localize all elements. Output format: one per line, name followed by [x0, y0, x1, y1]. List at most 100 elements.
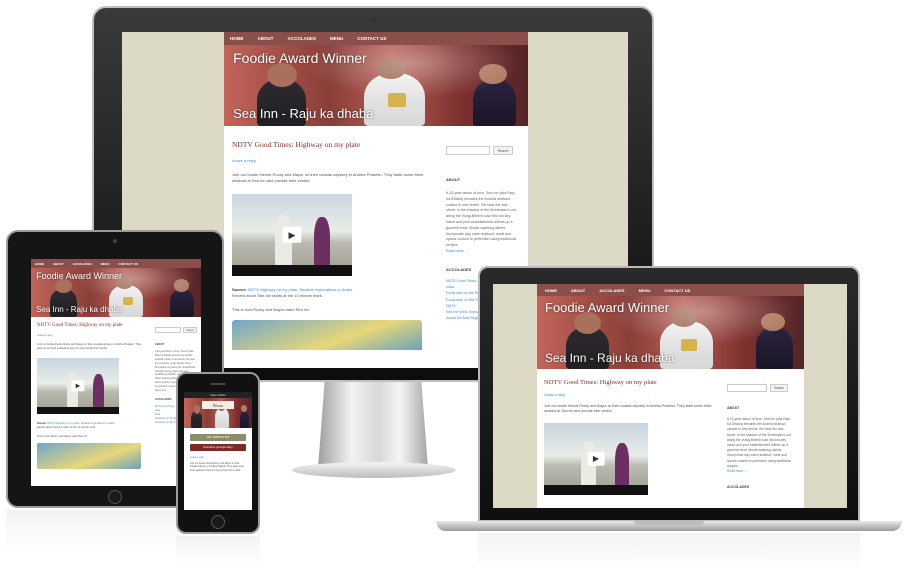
nav-about[interactable]: ABOUT: [53, 262, 64, 266]
responsive-mockup-stage: HOME ABOUT ACCOLADES MENU CONTACT US Foo…: [0, 0, 912, 572]
laptop-reflection: [478, 533, 860, 569]
source-text: Review about Sea Inn starts at the 10 mi…: [232, 293, 323, 298]
about-heading: ABOUT: [727, 406, 740, 410]
source-text: Review about Sea Inn starts at the 10 mi…: [37, 426, 96, 429]
about-text: A 20-year labour of love, Sea Inn (aka R…: [727, 417, 791, 468]
source-link[interactable]: NDTV Highway on my plate: Seaside explor…: [248, 287, 352, 292]
laptop-video[interactable]: ▶: [544, 422, 648, 495]
desktop-second-image: [232, 320, 422, 350]
laptop-notch: [634, 521, 704, 525]
laptop-nav: HOME ABOUT ACCOLADES MENU CONTACT US: [537, 284, 804, 296]
laptop-search: Search: [727, 384, 793, 392]
nav-menu[interactable]: MENU: [101, 262, 110, 266]
banner-title: Foodie Award Winner: [36, 270, 122, 281]
accolades-heading: ACCOLADES: [727, 485, 750, 490]
tablet-nav: HOME ABOUT ACCOLADES MENU CONTACT US: [31, 259, 201, 268]
nav-home[interactable]: HOME: [35, 262, 44, 266]
post-title[interactable]: NDTV Good Times: Highway on my plate: [37, 323, 147, 328]
read-more-link[interactable]: Read more →: [446, 249, 518, 253]
nav-contact[interactable]: CONTACT US: [357, 36, 386, 41]
nav-menu[interactable]: MENU: [639, 288, 651, 293]
leave-reply-link[interactable]: Leave a reply: [544, 393, 714, 397]
banner-title: Foodie Award Winner: [545, 300, 670, 316]
banner-subtitle: Sea Inn - Raju ka dhaba: [545, 350, 675, 365]
search-button[interactable]: Search: [493, 146, 513, 155]
leave-reply-link[interactable]: Leave a reply: [37, 334, 147, 337]
phone-home-button[interactable]: [211, 515, 225, 529]
call-label: Call: 0989 812 560: [206, 436, 230, 439]
laptop-device: HOME ABOUT ACCOLADES MENU CONTACT US Foo…: [478, 266, 860, 522]
banner-subtitle: Sea Inn - Raju ka dhaba: [36, 305, 123, 315]
desktop-camera-icon: [371, 17, 376, 22]
banner-title: Foodie Award Winner: [233, 49, 367, 66]
search-input[interactable]: [155, 327, 181, 333]
monitor-stand: [318, 382, 428, 468]
nav-contact[interactable]: CONTACT US: [119, 262, 138, 266]
desktop-nav: HOME ABOUT ACCOLADES MENU CONTACT US: [224, 32, 528, 45]
monitor-base: [292, 462, 456, 478]
post-intro: Join our foodie friends Rocky and Mayur …: [190, 463, 245, 472]
nav-about[interactable]: ABOUT: [571, 288, 585, 293]
nav-about[interactable]: ABOUT: [258, 36, 274, 41]
play-icon[interactable]: ▶: [71, 380, 85, 392]
phone-speaker: [210, 383, 226, 385]
source-link[interactable]: NDTV Highway on my plate: Seaside explor…: [47, 422, 114, 425]
source-label: Source:: [37, 422, 47, 425]
about-heading: ABOUT: [155, 343, 165, 346]
nav-accolades[interactable]: ACCOLADES: [288, 36, 317, 41]
laptop-content: NDTV Good Times: Highway on my plate Lea…: [544, 379, 714, 495]
phone-banner: Menu: [184, 398, 252, 428]
tablet-home-button[interactable]: [108, 490, 122, 504]
tablet-content: NDTV Good Times: Highway on my plate Lea…: [37, 323, 147, 469]
post-intro: Join our foodie friends Rocky and Mayur …: [37, 343, 142, 350]
tablet-second-image: [37, 443, 141, 469]
banner-subtitle: Sea Inn - Raju ka dhaba: [233, 106, 374, 122]
phone-screen: Raju's dhaba Menu Call: 0989 812 560 Dir…: [184, 392, 252, 510]
phone-call-button[interactable]: Call: 0989 812 560: [190, 434, 246, 441]
rocky-line: This is how Rocky and Mayur rated Sea In…: [232, 307, 310, 312]
play-icon[interactable]: ▶: [282, 226, 302, 244]
leave-reply-link[interactable]: Leave a reply: [190, 456, 246, 459]
read-more-link[interactable]: Read more →: [727, 469, 793, 473]
nav-menu[interactable]: MENU: [330, 36, 343, 41]
about-heading: ABOUT: [446, 177, 461, 182]
search-input[interactable]: [446, 146, 490, 155]
phone-status-text: Raju's dhaba: [210, 393, 226, 397]
nav-contact[interactable]: CONTACT US: [664, 288, 690, 293]
tablet-camera-icon: [113, 239, 117, 243]
play-icon[interactable]: ▶: [587, 451, 605, 466]
post-title[interactable]: NDTV Good Times: Highway on my plate: [232, 140, 432, 149]
post-title[interactable]: NDTV Good Times: Highway on my plate: [544, 379, 714, 386]
search-input[interactable]: [727, 384, 767, 392]
tablet-video[interactable]: ▶: [37, 358, 119, 414]
directions-label: Directions (Google Map): [203, 446, 233, 449]
nav-home[interactable]: HOME: [545, 288, 557, 293]
phone-reflection: [176, 536, 260, 566]
laptop-banner: Foodie Award Winner Sea Inn - Raju ka dh…: [537, 296, 804, 369]
tablet-reflection: [6, 510, 176, 550]
source-label: Source:: [232, 287, 247, 292]
laptop-page: HOME ABOUT ACCOLADES MENU CONTACT US Foo…: [537, 284, 804, 508]
nav-accolades[interactable]: ACCOLADES: [73, 262, 92, 266]
post-intro: Join our foodie friends Rocky and Mayur …: [232, 172, 424, 183]
tablet-banner: Foodie Award Winner Sea Inn - Raju ka dh…: [31, 268, 201, 317]
menu-label: Menu: [212, 402, 224, 408]
desktop-banner: Foodie Award Winner Sea Inn - Raju ka dh…: [224, 45, 528, 126]
rocky-line: This is how Rocky and Mayur rated Sea In…: [37, 435, 88, 438]
desktop-video[interactable]: ▶: [232, 194, 352, 276]
laptop-screen: HOME ABOUT ACCOLADES MENU CONTACT US Foo…: [493, 284, 847, 508]
search-button[interactable]: Search: [770, 384, 788, 392]
nav-accolades[interactable]: ACCOLADES: [599, 288, 624, 293]
search-button[interactable]: Search: [183, 327, 197, 333]
phone-menu-button[interactable]: Menu: [202, 401, 234, 409]
nav-home[interactable]: HOME: [230, 36, 244, 41]
about-text: A 20-year labour of love, Sea Inn (aka R…: [446, 191, 516, 248]
phone-device: Raju's dhaba Menu Call: 0989 812 560 Dir…: [176, 372, 260, 534]
laptop-sidebar: Search ABOUT A 20-year labour of love, S…: [727, 384, 793, 489]
post-intro: Join our foodie friends Rocky and Mayur …: [544, 404, 712, 414]
tablet-search: Search: [155, 327, 197, 333]
desktop-content: NDTV Good Times: Highway on my plate Lea…: [232, 140, 432, 350]
desktop-search: Search: [446, 146, 518, 155]
leave-reply-link[interactable]: Leave a reply: [232, 158, 432, 163]
phone-directions-button[interactable]: Directions (Google Map): [190, 444, 246, 451]
